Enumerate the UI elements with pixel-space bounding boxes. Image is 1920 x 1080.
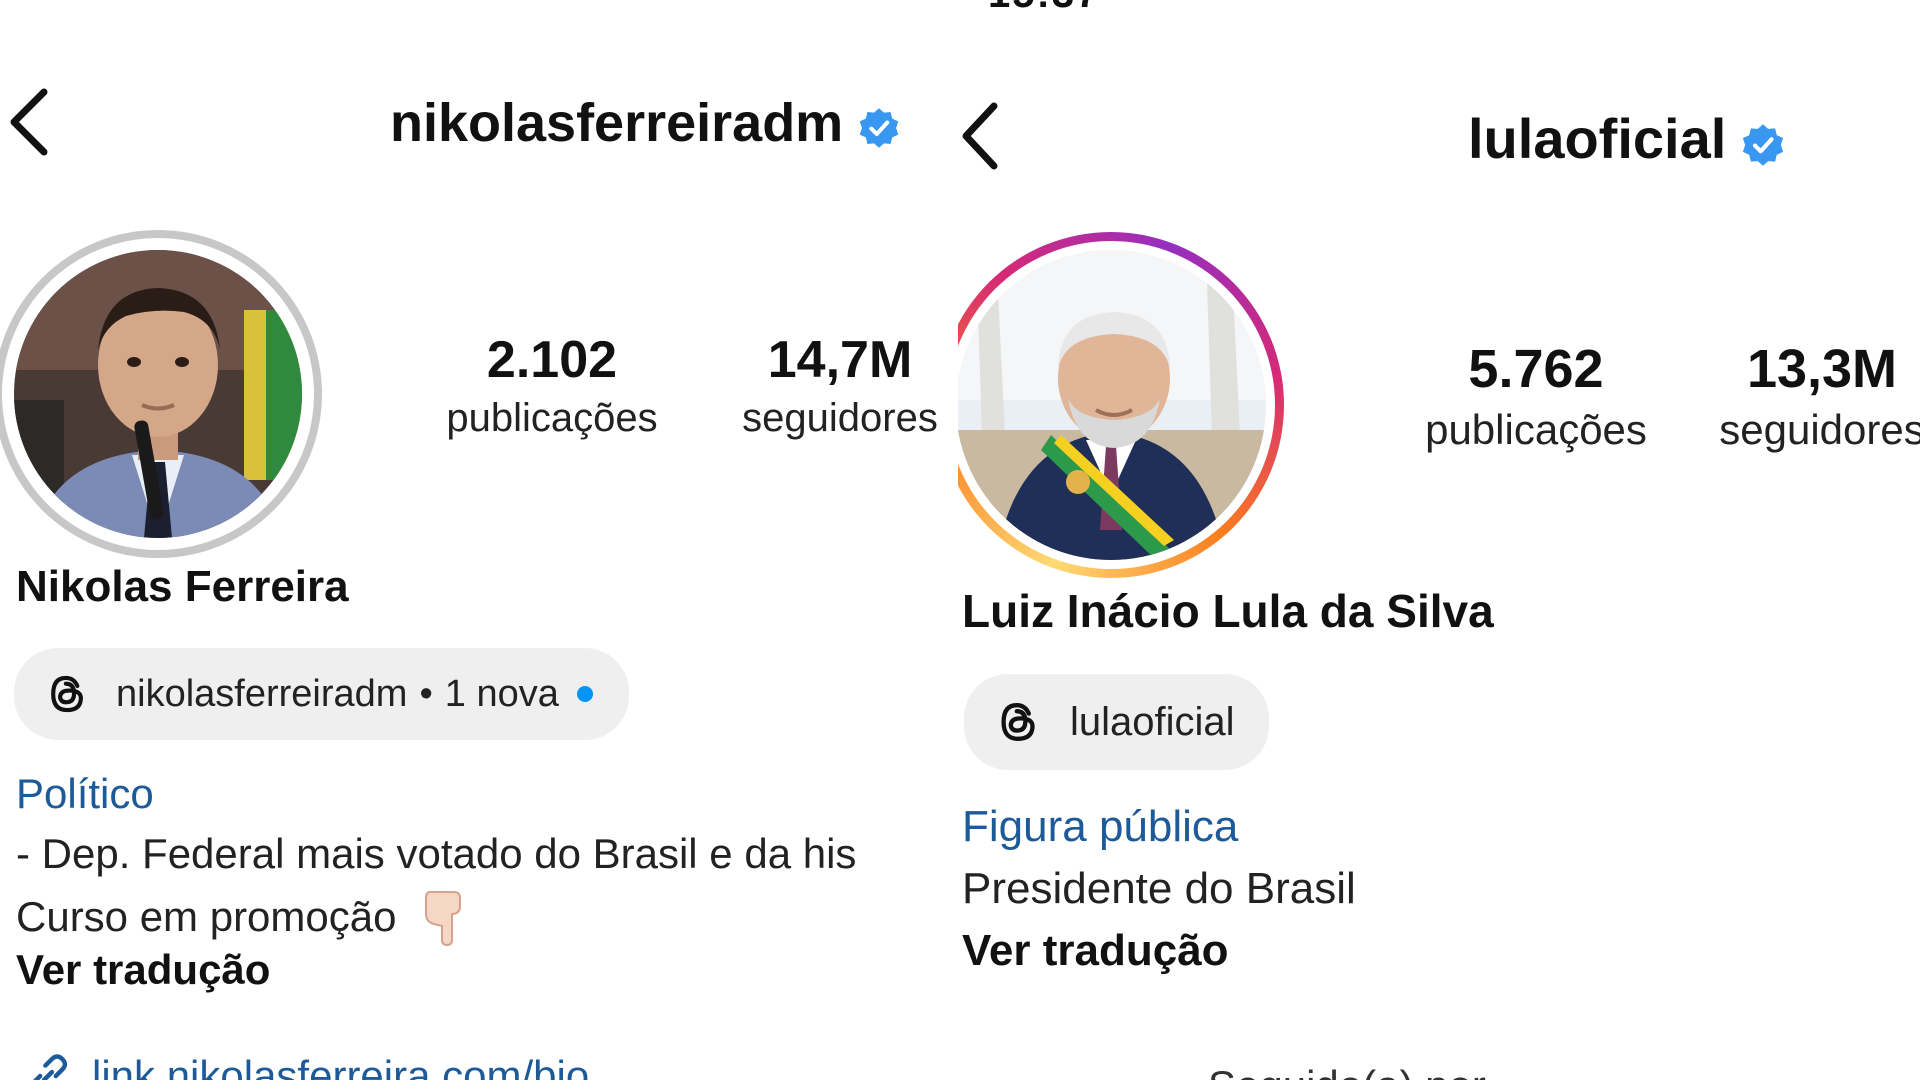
profile-category[interactable]: Figura pública (962, 802, 1238, 852)
profile-full-name: Luiz Inácio Lula da Silva (962, 585, 1494, 637)
followers-label: seguidores (742, 396, 938, 440)
avatar[interactable] (958, 250, 1266, 560)
hand-pointing-down-emoji (420, 888, 466, 947)
followers-count: 13,3M (1746, 339, 1898, 399)
profile-panel-lula: 15:37 lulaoficial (958, 0, 1920, 1080)
followers-label: seguidores (1719, 406, 1920, 453)
bio-link[interactable]: link.nikolasferreira.com/bio (22, 1050, 589, 1080)
bio-line-1: Presidente do Brasil (962, 864, 1356, 913)
verified-badge-icon (857, 101, 901, 148)
profile-category[interactable]: Político (16, 770, 154, 818)
stat-posts[interactable]: 2.102 publicações (442, 330, 662, 441)
threads-handle: nikolasferreiradm (116, 672, 408, 715)
followers-count: 14,7M (767, 331, 913, 389)
profile-full-name: Nikolas Ferreira (16, 562, 349, 611)
threads-badge[interactable]: nikolasferreiradm • 1 nova (14, 648, 629, 740)
stat-posts[interactable]: 5.762 publicações (1416, 338, 1656, 454)
threads-handle: lulaoficial (1070, 699, 1235, 744)
link-text: link.nikolasferreira.com/bio (92, 1052, 590, 1080)
posts-count: 5.762 (1468, 339, 1604, 399)
posts-count: 2.102 (486, 331, 618, 389)
threads-icon (994, 698, 1042, 746)
stat-followers[interactable]: 14,7M seguidores (720, 330, 958, 441)
threads-badge[interactable]: lulaoficial (964, 674, 1269, 770)
bio-line-1: - Dep. Federal mais votado do Brasil e d… (16, 830, 857, 877)
username-text: nikolasferreiradm (390, 93, 844, 153)
see-translation-link[interactable]: Ver tradução (962, 926, 1229, 976)
link-icon (22, 1050, 74, 1080)
followed-by-text[interactable]: Seguido(a) por (1208, 1062, 1486, 1080)
threads-separator: • (419, 672, 433, 715)
status-bar-time: 15:37 (988, 0, 1100, 17)
chevron-left-icon[interactable] (4, 86, 56, 158)
posts-label: publicações (1425, 406, 1647, 453)
profile-panel-nikolas: nikolasferreiradm 2.102 publicações 14,7… (0, 0, 958, 1080)
profile-username-header: lulaoficial (1468, 106, 1786, 171)
username-text: lulaoficial (1468, 107, 1727, 170)
verified-badge-icon (1740, 116, 1786, 166)
avatar[interactable] (14, 250, 302, 538)
threads-icon (44, 671, 90, 717)
bio-line-2: Curso em promoção (16, 888, 466, 947)
threads-new-label: 1 nova (444, 672, 559, 715)
bio-line-2-text: Curso em promoção (16, 893, 397, 940)
stat-followers[interactable]: 13,3M seguidores (1702, 338, 1920, 454)
see-translation-link[interactable]: Ver tradução (16, 946, 270, 994)
profile-username-header: nikolasferreiradm (390, 92, 901, 154)
posts-label: publicações (446, 396, 658, 440)
new-indicator-dot (576, 686, 593, 702)
chevron-left-icon[interactable] (958, 100, 1010, 172)
